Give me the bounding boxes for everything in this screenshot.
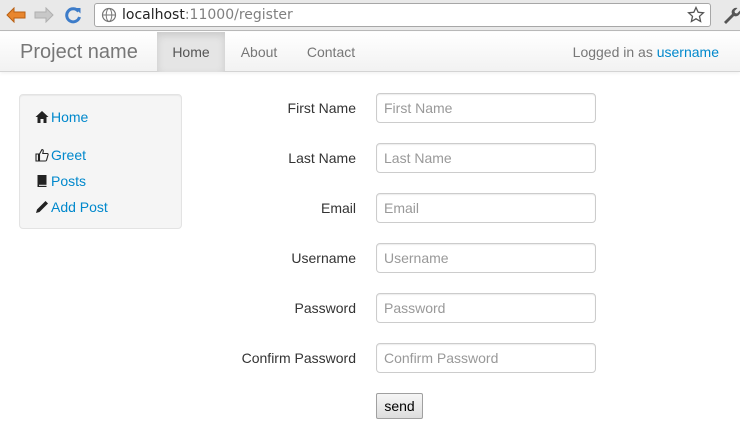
- email-input[interactable]: [376, 193, 596, 223]
- form-row-first-name: First Name: [0, 93, 740, 123]
- login-prefix: Logged in as: [572, 44, 657, 60]
- reload-icon: [65, 7, 81, 24]
- forward-arrow-icon: [34, 7, 54, 23]
- nav-about[interactable]: About: [226, 32, 292, 72]
- url-host: localhost: [122, 7, 185, 23]
- brand-link[interactable]: Project name: [20, 41, 138, 64]
- top-navbar: Project name Home About Contact Logged i…: [0, 32, 740, 72]
- confirm-password-input[interactable]: [376, 343, 596, 373]
- login-username-link[interactable]: username: [657, 44, 719, 60]
- wrench-icon[interactable]: [721, 5, 740, 25]
- form-row-last-name: Last Name: [0, 143, 740, 173]
- password-input[interactable]: [376, 293, 596, 323]
- back-button[interactable]: [4, 4, 28, 26]
- bookmark-star-icon[interactable]: [687, 6, 705, 24]
- sidebar-item-label: Posts: [51, 173, 87, 189]
- username-label: Username: [291, 250, 356, 266]
- last-name-input[interactable]: [376, 143, 596, 173]
- form-row-confirm-password: Confirm Password: [0, 343, 740, 373]
- forward-button[interactable]: [32, 4, 56, 26]
- confirm-password-label: Confirm Password: [241, 350, 356, 366]
- username-input[interactable]: [376, 243, 596, 273]
- address-bar[interactable]: localhost:11000/register: [94, 3, 711, 27]
- form-row-email: Email: [0, 193, 740, 223]
- nav-contact[interactable]: Contact: [293, 32, 369, 72]
- sidebar-item-posts[interactable]: Posts: [35, 171, 86, 191]
- send-button[interactable]: send: [376, 393, 423, 419]
- form-row-password: Password: [0, 293, 740, 323]
- book-icon: [37, 175, 47, 187]
- first-name-input[interactable]: [376, 93, 596, 123]
- url-path: :11000/register: [184, 7, 293, 23]
- back-arrow-icon: [6, 7, 26, 23]
- globe-icon: [101, 7, 117, 23]
- email-label: Email: [320, 200, 356, 216]
- first-name-label: First Name: [287, 100, 356, 116]
- reload-button[interactable]: [61, 4, 85, 26]
- browser-toolbar: localhost:11000/register: [0, 0, 740, 31]
- last-name-label: Last Name: [288, 150, 356, 166]
- nav-home[interactable]: Home: [157, 32, 225, 72]
- form-row-username: Username: [0, 243, 740, 273]
- login-status: Logged in as username: [573, 44, 719, 60]
- password-label: Password: [294, 300, 356, 316]
